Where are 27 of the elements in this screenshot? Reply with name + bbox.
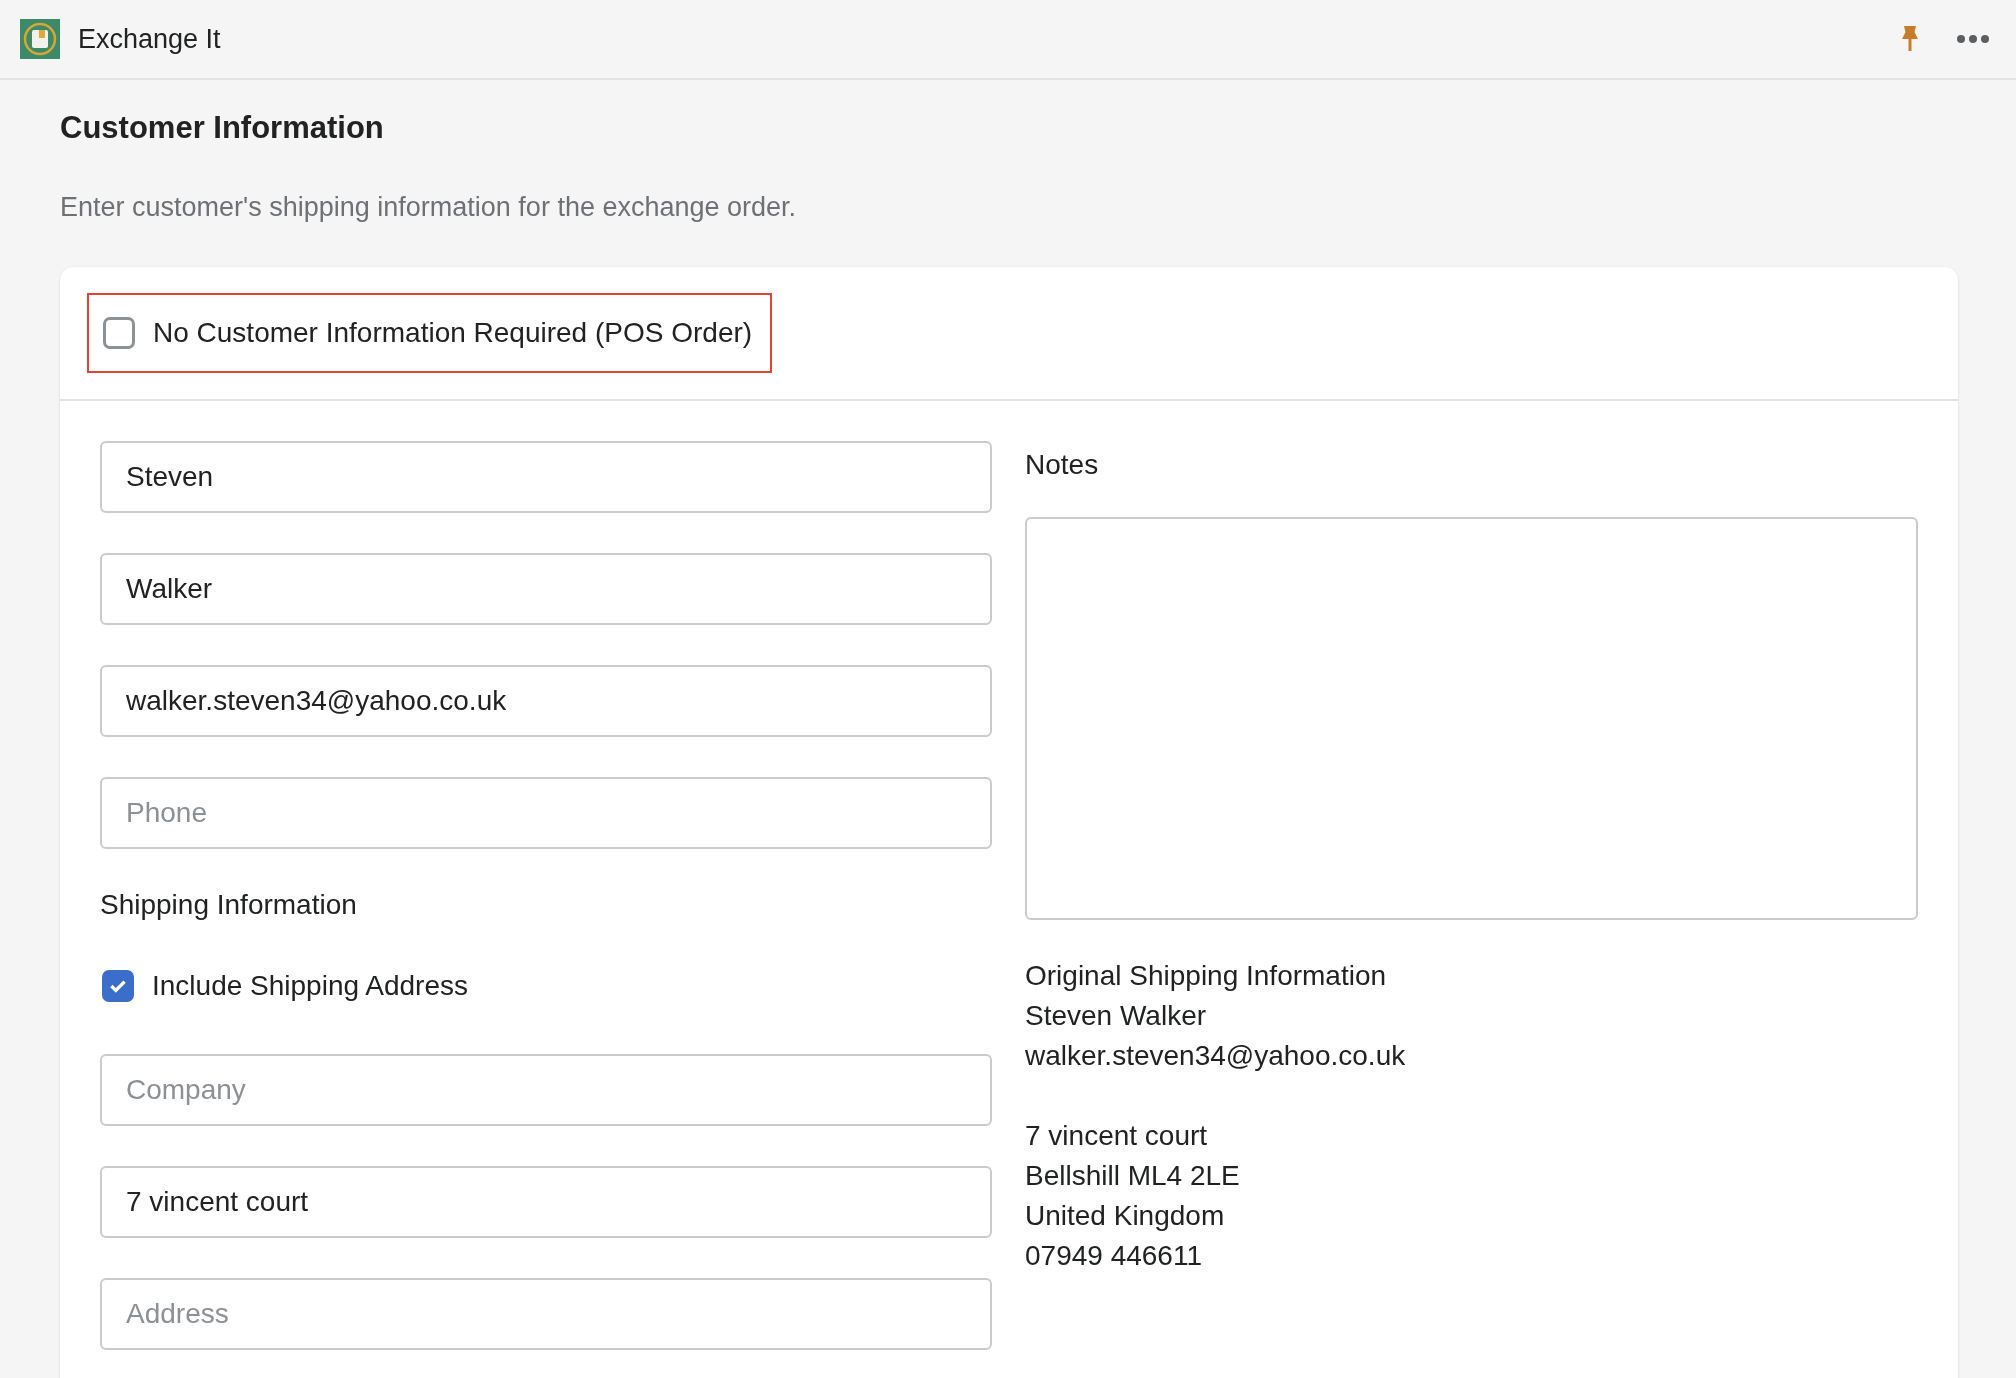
input-field[interactable]: Company	[100, 1054, 992, 1126]
page-description: Enter customer's shipping information for the exchange order.	[60, 192, 798, 223]
checkbox-label: No Customer Information Required (POS Order)	[153, 317, 753, 349]
input-field[interactable]: Steven	[100, 441, 992, 513]
section-title: Shipping Information	[100, 889, 358, 921]
input-field[interactable]: Walker	[100, 553, 992, 625]
checkbox[interactable]	[103, 317, 135, 349]
app-title: Exchange It	[78, 23, 221, 55]
address-line: Steven Walker	[1025, 999, 1208, 1033]
address-line: 07949 446611	[1025, 1239, 1203, 1273]
input-field[interactable]: walker.steven34@yahoo.co.uk	[100, 665, 992, 737]
address-line: 7 vincent court	[1025, 1119, 1209, 1153]
page-title: Customer Information	[60, 110, 385, 146]
app-logo-icon	[20, 19, 60, 59]
notes-field[interactable]	[1025, 517, 1918, 920]
checkbox-label: Include Shipping Address	[152, 970, 468, 1002]
input-field[interactable]: 7 vincent court	[100, 1166, 992, 1238]
pin-icon[interactable]	[1900, 25, 1920, 53]
input-field[interactable]: Address	[100, 1278, 992, 1350]
more-icon[interactable]	[1956, 34, 1990, 44]
address-line: Original Shipping Information	[1025, 959, 1388, 993]
notes-label: Notes	[1025, 449, 1100, 481]
address-line: Bellshill ML4 2LE	[1025, 1159, 1241, 1193]
address-line: walker.steven34@yahoo.co.uk	[1025, 1039, 1407, 1073]
address-line: United Kingdom	[1025, 1199, 1226, 1233]
input-field[interactable]: Phone	[100, 777, 992, 849]
checkbox[interactable]	[102, 970, 134, 1002]
